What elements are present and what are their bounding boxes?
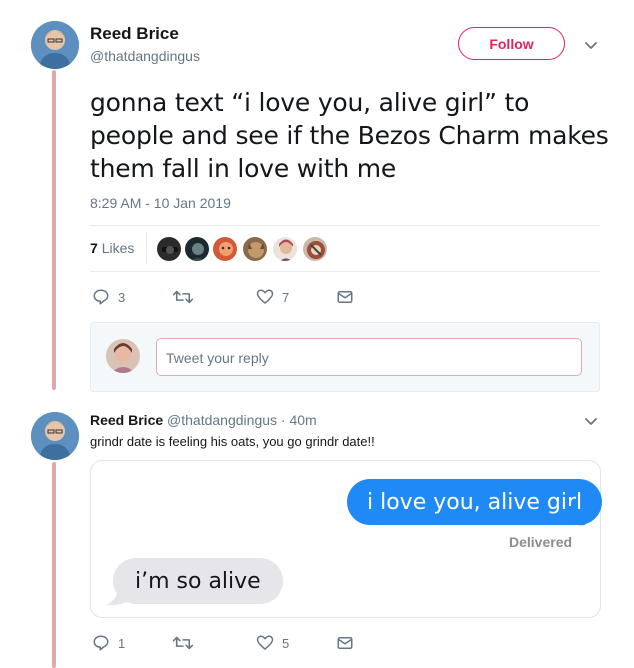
like-count: 5: [282, 635, 290, 651]
reply-icon: [93, 635, 109, 651]
follow-button[interactable]: Follow: [458, 27, 565, 60]
like-count: 7: [282, 289, 290, 305]
retweet-icon: [172, 636, 194, 650]
message-action[interactable]: [336, 288, 354, 306]
divider: [90, 225, 600, 226]
message-icon: [337, 637, 353, 649]
reply-count: 1: [118, 635, 126, 651]
reply-input[interactable]: Tweet your reply: [156, 338, 582, 376]
likes-label: Likes: [101, 240, 135, 256]
reply-action[interactable]: 3: [92, 288, 125, 306]
tweet-text: gonna text “i love you, alive girl” to p…: [90, 88, 609, 183]
sent-message-bubble: i love you, alive girl: [347, 479, 603, 525]
reply-count: 3: [118, 289, 126, 305]
heart-icon: [256, 289, 274, 304]
message-icon: [337, 291, 353, 303]
like-action[interactable]: 5: [256, 634, 289, 652]
avatar[interactable]: [31, 21, 79, 69]
author-handle[interactable]: @thatdangdingus: [90, 48, 200, 64]
divider: [90, 271, 600, 272]
author-handle[interactable]: @thatdangdingus: [167, 412, 277, 428]
chevron-down-icon[interactable]: [582, 412, 600, 430]
liker-avatar[interactable]: [272, 236, 298, 262]
tweet-timestamp[interactable]: 8:29 AM - 10 Jan 2019: [90, 195, 231, 211]
heart-icon: [256, 635, 274, 650]
likes-summary[interactable]: 7 Likes: [90, 240, 134, 256]
bubble-tail: [566, 506, 586, 526]
chevron-down-icon[interactable]: [582, 36, 600, 54]
liker-avatar[interactable]: [212, 236, 238, 262]
liker-avatar[interactable]: [184, 236, 210, 262]
retweet-action[interactable]: [172, 634, 202, 652]
tweet-text: grindr date is feeling his oats, you go …: [90, 434, 375, 449]
author-name[interactable]: Reed Brice: [90, 412, 163, 428]
user-avatar[interactable]: [106, 339, 140, 373]
reply-action[interactable]: 1: [92, 634, 125, 652]
avatar[interactable]: [31, 412, 79, 460]
received-message-bubble: i’m so alive: [113, 558, 283, 604]
reply-icon: [93, 289, 109, 305]
reply-tweet-header: Reed Brice @thatdangdingus · 40m: [90, 412, 317, 428]
likes-separator: [146, 232, 147, 264]
like-action[interactable]: 7: [256, 288, 289, 306]
retweet-action[interactable]: [172, 288, 202, 306]
thread-line: [52, 70, 56, 390]
likes-count: 7: [90, 240, 98, 256]
liker-avatar[interactable]: [302, 236, 328, 262]
author-name[interactable]: Reed Brice: [90, 24, 179, 44]
thread-line: [52, 462, 56, 668]
tweet-time[interactable]: · 40m: [281, 412, 317, 428]
delivered-label: Delivered: [509, 534, 573, 550]
liker-avatar[interactable]: [156, 236, 182, 262]
bubble-tail: [106, 586, 126, 606]
liker-avatar[interactable]: [242, 236, 268, 262]
retweet-icon: [172, 290, 194, 304]
message-action[interactable]: [336, 634, 354, 652]
